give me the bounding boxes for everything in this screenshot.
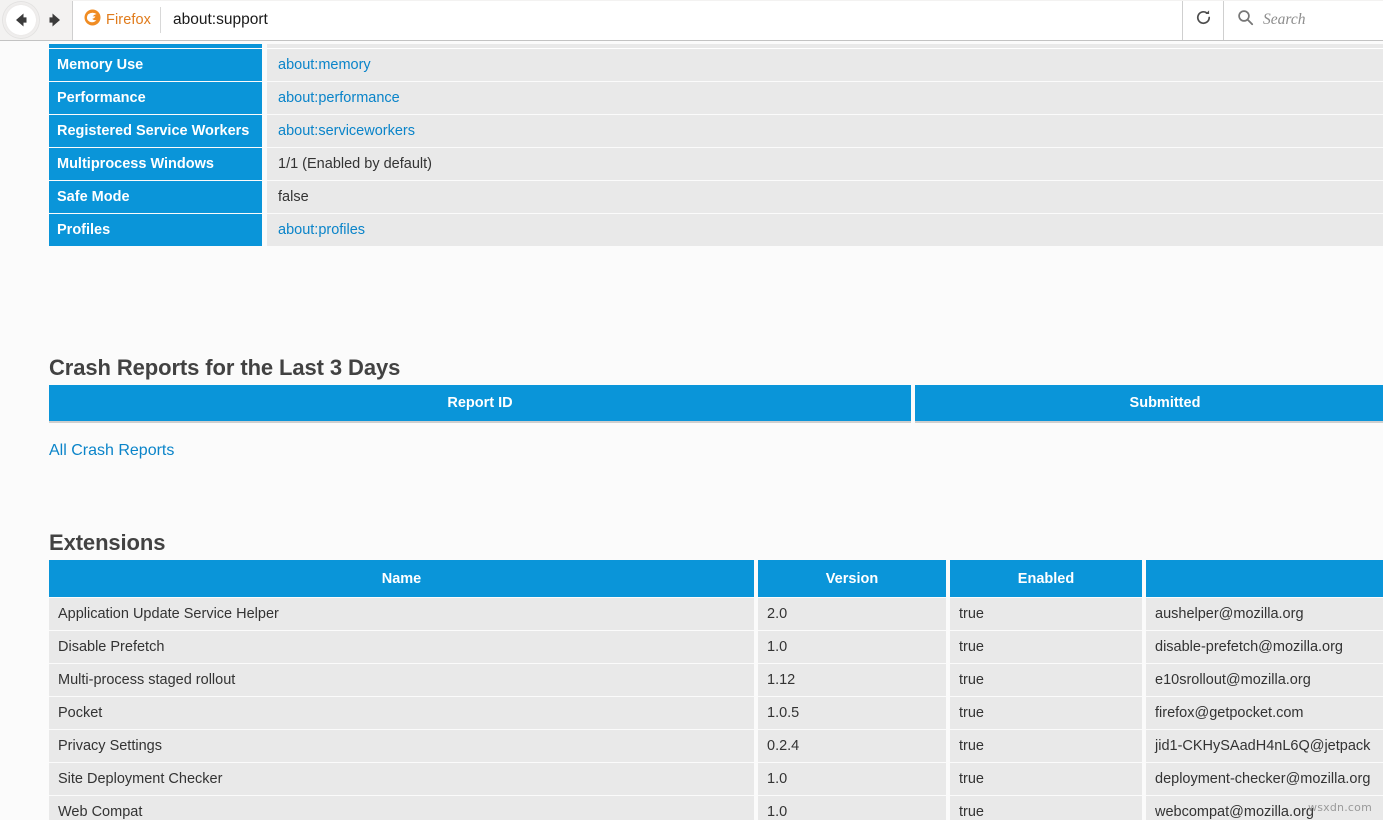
crash-reports-table: Report ID Submitted bbox=[49, 385, 1383, 423]
support-row-key: Safe Mode bbox=[49, 180, 265, 213]
reload-button[interactable] bbox=[1183, 1, 1223, 40]
extension-id: deployment-checker@mozilla.org bbox=[1144, 763, 1383, 796]
support-row-value: about:profiles bbox=[265, 213, 1383, 246]
extension-version: 2.0 bbox=[756, 598, 948, 631]
table-row: Performance about:performance bbox=[49, 81, 1383, 114]
search-input[interactable]: Search bbox=[1263, 11, 1305, 29]
extension-id: disable-prefetch@mozilla.org bbox=[1144, 631, 1383, 664]
table-row: Disable Prefetch 1.0 true disable-prefet… bbox=[49, 631, 1383, 664]
extension-version: 1.0 bbox=[756, 763, 948, 796]
all-crash-reports-link[interactable]: All Crash Reports bbox=[49, 442, 174, 460]
column-header-version: Version bbox=[756, 560, 948, 598]
support-row-key: Profiles bbox=[49, 213, 265, 246]
search-icon bbox=[1237, 9, 1254, 31]
extension-id: jid1-CKHySAadH4nL6Q@jetpack bbox=[1144, 730, 1383, 763]
firefox-brand-label: Firefox bbox=[106, 12, 151, 28]
support-row-link[interactable]: about:serviceworkers bbox=[278, 123, 415, 139]
table-row: Memory Use about:memory bbox=[49, 48, 1383, 81]
extension-name: Privacy Settings bbox=[49, 730, 756, 763]
support-row-link[interactable]: about:performance bbox=[278, 90, 400, 106]
extension-version: 0.2.4 bbox=[756, 730, 948, 763]
table-row: Pocket 1.0.5 true firefox@getpocket.com bbox=[49, 697, 1383, 730]
table-row: Safe Mode false bbox=[49, 180, 1383, 213]
support-row-value: false bbox=[265, 180, 1383, 213]
extension-name: Multi-process staged rollout bbox=[49, 664, 756, 697]
support-row-value: 1/1 (Enabled by default) bbox=[265, 147, 1383, 180]
table-row: Privacy Settings 0.2.4 true jid1-CKHySAa… bbox=[49, 730, 1383, 763]
extension-enabled: true bbox=[948, 796, 1144, 820]
table-row: Profiles about:profiles bbox=[49, 213, 1383, 246]
table-row: Web Compat 1.0 true webcompat@mozilla.or… bbox=[49, 796, 1383, 820]
table-row: Application Update Service Helper 2.0 tr… bbox=[49, 598, 1383, 631]
support-row-key: Registered Service Workers bbox=[49, 114, 265, 147]
back-arrow-icon bbox=[10, 9, 32, 31]
support-row-link[interactable]: about:profiles bbox=[278, 222, 365, 238]
column-header-submitted: Submitted bbox=[913, 385, 1383, 422]
extensions-table: Name Version Enabled Application Update … bbox=[49, 560, 1383, 820]
table-header-row: Name Version Enabled bbox=[49, 560, 1383, 598]
extension-version: 1.12 bbox=[756, 664, 948, 697]
column-header-report-id: Report ID bbox=[49, 385, 913, 422]
table-row: Multiprocess Windows 1/1 (Enabled by def… bbox=[49, 147, 1383, 180]
extension-id: firefox@getpocket.com bbox=[1144, 697, 1383, 730]
browser-toolbar: Firefox about:support Search bbox=[0, 0, 1383, 41]
watermark: wsxdn.com bbox=[1308, 801, 1372, 814]
column-header-enabled: Enabled bbox=[948, 560, 1144, 598]
extension-enabled: true bbox=[948, 664, 1144, 697]
extension-version: 1.0 bbox=[756, 796, 948, 820]
extension-id: e10srollout@mozilla.org bbox=[1144, 664, 1383, 697]
column-header-name: Name bbox=[49, 560, 756, 598]
crash-reports-heading: Crash Reports for the Last 3 Days bbox=[49, 355, 400, 381]
extension-name: Pocket bbox=[49, 697, 756, 730]
forward-button[interactable] bbox=[38, 0, 72, 40]
extension-version: 1.0.5 bbox=[756, 697, 948, 730]
extension-id: aushelper@mozilla.org bbox=[1144, 598, 1383, 631]
table-row: Site Deployment Checker 1.0 true deploym… bbox=[49, 763, 1383, 796]
forward-arrow-icon bbox=[44, 9, 66, 31]
extensions-heading: Extensions bbox=[49, 530, 165, 556]
url-text[interactable]: about:support bbox=[161, 11, 268, 29]
extension-name: Application Update Service Helper bbox=[49, 598, 756, 631]
support-row-value: about:memory bbox=[265, 48, 1383, 81]
search-bar[interactable]: Search bbox=[1223, 1, 1383, 40]
support-row-key: Performance bbox=[49, 81, 265, 114]
table-header-row: Report ID Submitted bbox=[49, 385, 1383, 422]
reload-icon bbox=[1194, 8, 1213, 32]
support-row-link[interactable]: about:memory bbox=[278, 57, 371, 73]
extension-enabled: true bbox=[948, 598, 1144, 631]
page-content: Memory Use about:memory Performance abou… bbox=[0, 41, 1383, 820]
support-row-key: Memory Use bbox=[49, 48, 265, 81]
column-header-id bbox=[1144, 560, 1383, 598]
support-row-value: about:performance bbox=[265, 81, 1383, 114]
identity-box[interactable]: Firefox bbox=[73, 7, 161, 33]
extension-name: Web Compat bbox=[49, 796, 756, 820]
firefox-logo-icon bbox=[84, 9, 101, 31]
extension-enabled: true bbox=[948, 631, 1144, 664]
extension-version: 1.0 bbox=[756, 631, 948, 664]
extension-enabled: true bbox=[948, 730, 1144, 763]
extension-name: Disable Prefetch bbox=[49, 631, 756, 664]
support-row-value: about:serviceworkers bbox=[265, 114, 1383, 147]
extension-enabled: true bbox=[948, 763, 1144, 796]
extension-enabled: true bbox=[948, 697, 1144, 730]
url-bar[interactable]: Firefox about:support bbox=[72, 1, 1183, 40]
table-row: Registered Service Workers about:service… bbox=[49, 114, 1383, 147]
support-details-table: Memory Use about:memory Performance abou… bbox=[49, 44, 1383, 247]
extension-name: Site Deployment Checker bbox=[49, 763, 756, 796]
back-button[interactable] bbox=[2, 1, 40, 39]
support-row-key: Multiprocess Windows bbox=[49, 147, 265, 180]
table-row: Multi-process staged rollout 1.12 true e… bbox=[49, 664, 1383, 697]
